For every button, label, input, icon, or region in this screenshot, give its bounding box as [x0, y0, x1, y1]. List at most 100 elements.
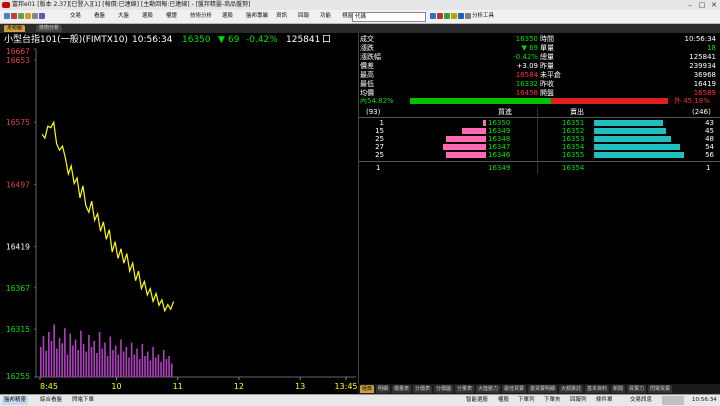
tab-technical[interactable]: 技術分析 [36, 25, 63, 32]
volume-bar [93, 341, 96, 377]
menu-report[interactable]: 回報 [298, 10, 309, 23]
bottom-tab[interactable]: 分量表 [455, 385, 475, 393]
maximize-button[interactable]: □ [696, 0, 708, 10]
volume-bar [64, 328, 66, 377]
bid-price[interactable]: 16346 [488, 151, 510, 160]
refresh-icon[interactable] [18, 12, 24, 19]
analysis-tools-label: 分析工具 [472, 13, 495, 19]
volume-bar [61, 343, 63, 377]
status-trade-msg[interactable]: 交易訊息 [628, 396, 654, 405]
status-order-bar[interactable]: 下單列 [516, 396, 537, 405]
volume-bar [133, 354, 136, 377]
menu-exclusive[interactable]: 盤邦專屬 [246, 10, 268, 23]
bottom-tab[interactable]: 新聞 [611, 385, 626, 393]
minimize-button[interactable]: – [684, 0, 696, 10]
analysis-tools-menu[interactable]: 分析工具 [458, 10, 494, 23]
menu-bar: 交易 看盤 大盤 選股 權證 技術分析 選股 盤邦專屬 資訊 回報 功能 視窗 … [0, 10, 720, 24]
quote-label: 漲跌幅 [360, 53, 381, 61]
menu-pick[interactable]: 選股 [142, 10, 153, 23]
menu-market[interactable]: 大盤 [118, 10, 129, 23]
status-tab-genie[interactable]: 盤邦精靈 [2, 396, 29, 405]
price-change: 69 [228, 35, 240, 45]
y-tick-label: 16653 [6, 56, 30, 65]
bottom-tab[interactable]: 閃電買賣 [648, 385, 673, 393]
star-icon[interactable] [451, 12, 457, 19]
status-order-folder[interactable]: 下單夾 [542, 396, 563, 405]
menu-warrant[interactable]: 權證 [166, 10, 177, 23]
volume-bar [122, 351, 125, 377]
news-icon[interactable] [444, 12, 450, 19]
volume-bar [42, 335, 45, 377]
bottom-tab[interactable]: 買賣力 [627, 385, 647, 393]
quote-label: 價差 [360, 62, 374, 70]
bid-depth-bar [483, 120, 486, 126]
total-volume: 125841 [286, 35, 321, 45]
tab-classic[interactable]: 經典 [360, 385, 375, 393]
tools-icon [465, 12, 471, 19]
volume-bar [128, 357, 130, 377]
bid-depth-bar [446, 152, 486, 158]
bottom-tab[interactable]: 大陸壓力 [476, 385, 501, 393]
status-warrant[interactable]: 權股 [496, 396, 511, 405]
print-icon[interactable] [32, 12, 38, 19]
volume-bar [98, 332, 101, 377]
quote-value: ▼ 69 [521, 44, 538, 52]
x-tick-label: 13:45 [334, 382, 357, 391]
toolbar-icons [4, 10, 46, 23]
quote-value: +3.09 [516, 62, 538, 70]
quote-label: 最高 [360, 71, 374, 79]
favorite-icon[interactable] [11, 12, 17, 19]
bottom-tab[interactable]: 分價表 [413, 385, 433, 393]
y-tick-label: 16419 [6, 242, 30, 251]
status-condition-order[interactable]: 條件單 [594, 396, 615, 405]
y-tick-label: 16497 [6, 180, 30, 189]
inner-outer-bar [410, 98, 668, 104]
quote-value: 125841 [689, 53, 716, 61]
chart-pane[interactable]: 16667 16653 16575 16497 16419 16367 16315 16255… [0, 47, 358, 395]
chart-icon[interactable] [430, 12, 436, 19]
volume-bar [72, 345, 74, 377]
chart-header: 小型台指101(一般)(FIMTX10) 10:56:34 16350 ▼ 69… [0, 33, 358, 47]
home-icon[interactable] [4, 12, 10, 19]
ask-total: (246) [692, 108, 711, 116]
bottom-tab[interactable]: 大額委託 [559, 385, 584, 393]
menu-watch[interactable]: 看盤 [94, 10, 105, 23]
outer-pct-label: 外 45.18% [674, 97, 710, 105]
bottom-tab[interactable]: 委買賣明細 [528, 385, 558, 393]
quote-value: -0.42% [513, 53, 538, 61]
ask-depth-bar [594, 152, 684, 158]
volume-bar [40, 347, 42, 377]
tab-trend[interactable]: 走勢圖 [4, 25, 26, 32]
bottom-tab[interactable]: 最佳買賣 [502, 385, 527, 393]
status-tab-flash-order[interactable]: 閃電下單 [70, 396, 96, 405]
menu-pick2[interactable]: 選股 [222, 10, 233, 23]
intraday-chart[interactable]: 1666716653 16575 16497 16419 16367 16315 16255… [0, 47, 358, 395]
status-smart-pick[interactable]: 智能選股 [464, 396, 490, 405]
quote-value: 36968 [693, 71, 716, 79]
layout-icon[interactable] [39, 12, 45, 19]
x-tick-label: 11 [173, 382, 183, 391]
close-button[interactable]: ✕ [708, 0, 720, 10]
status-report-bar[interactable]: 回報列 [568, 396, 589, 405]
last-price: 16350 [182, 35, 211, 45]
quote-time: 10:56:34 [132, 35, 173, 45]
menu-function[interactable]: 功能 [320, 10, 331, 23]
ask-depth-bar [594, 136, 671, 142]
x-tick-label: 12 [234, 382, 244, 391]
y-tick-label: 16667 [6, 47, 30, 56]
menu-technical[interactable]: 技術分析 [190, 10, 212, 23]
status-tab-overview[interactable]: 綜合看盤 [38, 396, 64, 405]
menu-trade[interactable]: 交易 [70, 10, 81, 23]
bid-qty: 25 [375, 151, 384, 159]
menu-info[interactable]: 資訊 [276, 10, 287, 23]
bottom-tab[interactable]: 分價圖 [434, 385, 454, 393]
bottom-tab[interactable]: 明細 [376, 385, 391, 393]
alert-icon[interactable] [437, 12, 443, 19]
bottom-tab[interactable]: 價量表 [392, 385, 412, 393]
footer-ask-qty: 1 [706, 164, 711, 172]
symbol-combo[interactable]: 代碼 [352, 12, 426, 22]
bottom-tab[interactable]: 基本資料 [585, 385, 610, 393]
folder-icon[interactable] [25, 12, 31, 19]
quote-label: 未平倉 [540, 71, 561, 79]
ask-price[interactable]: 16355 [562, 151, 584, 160]
